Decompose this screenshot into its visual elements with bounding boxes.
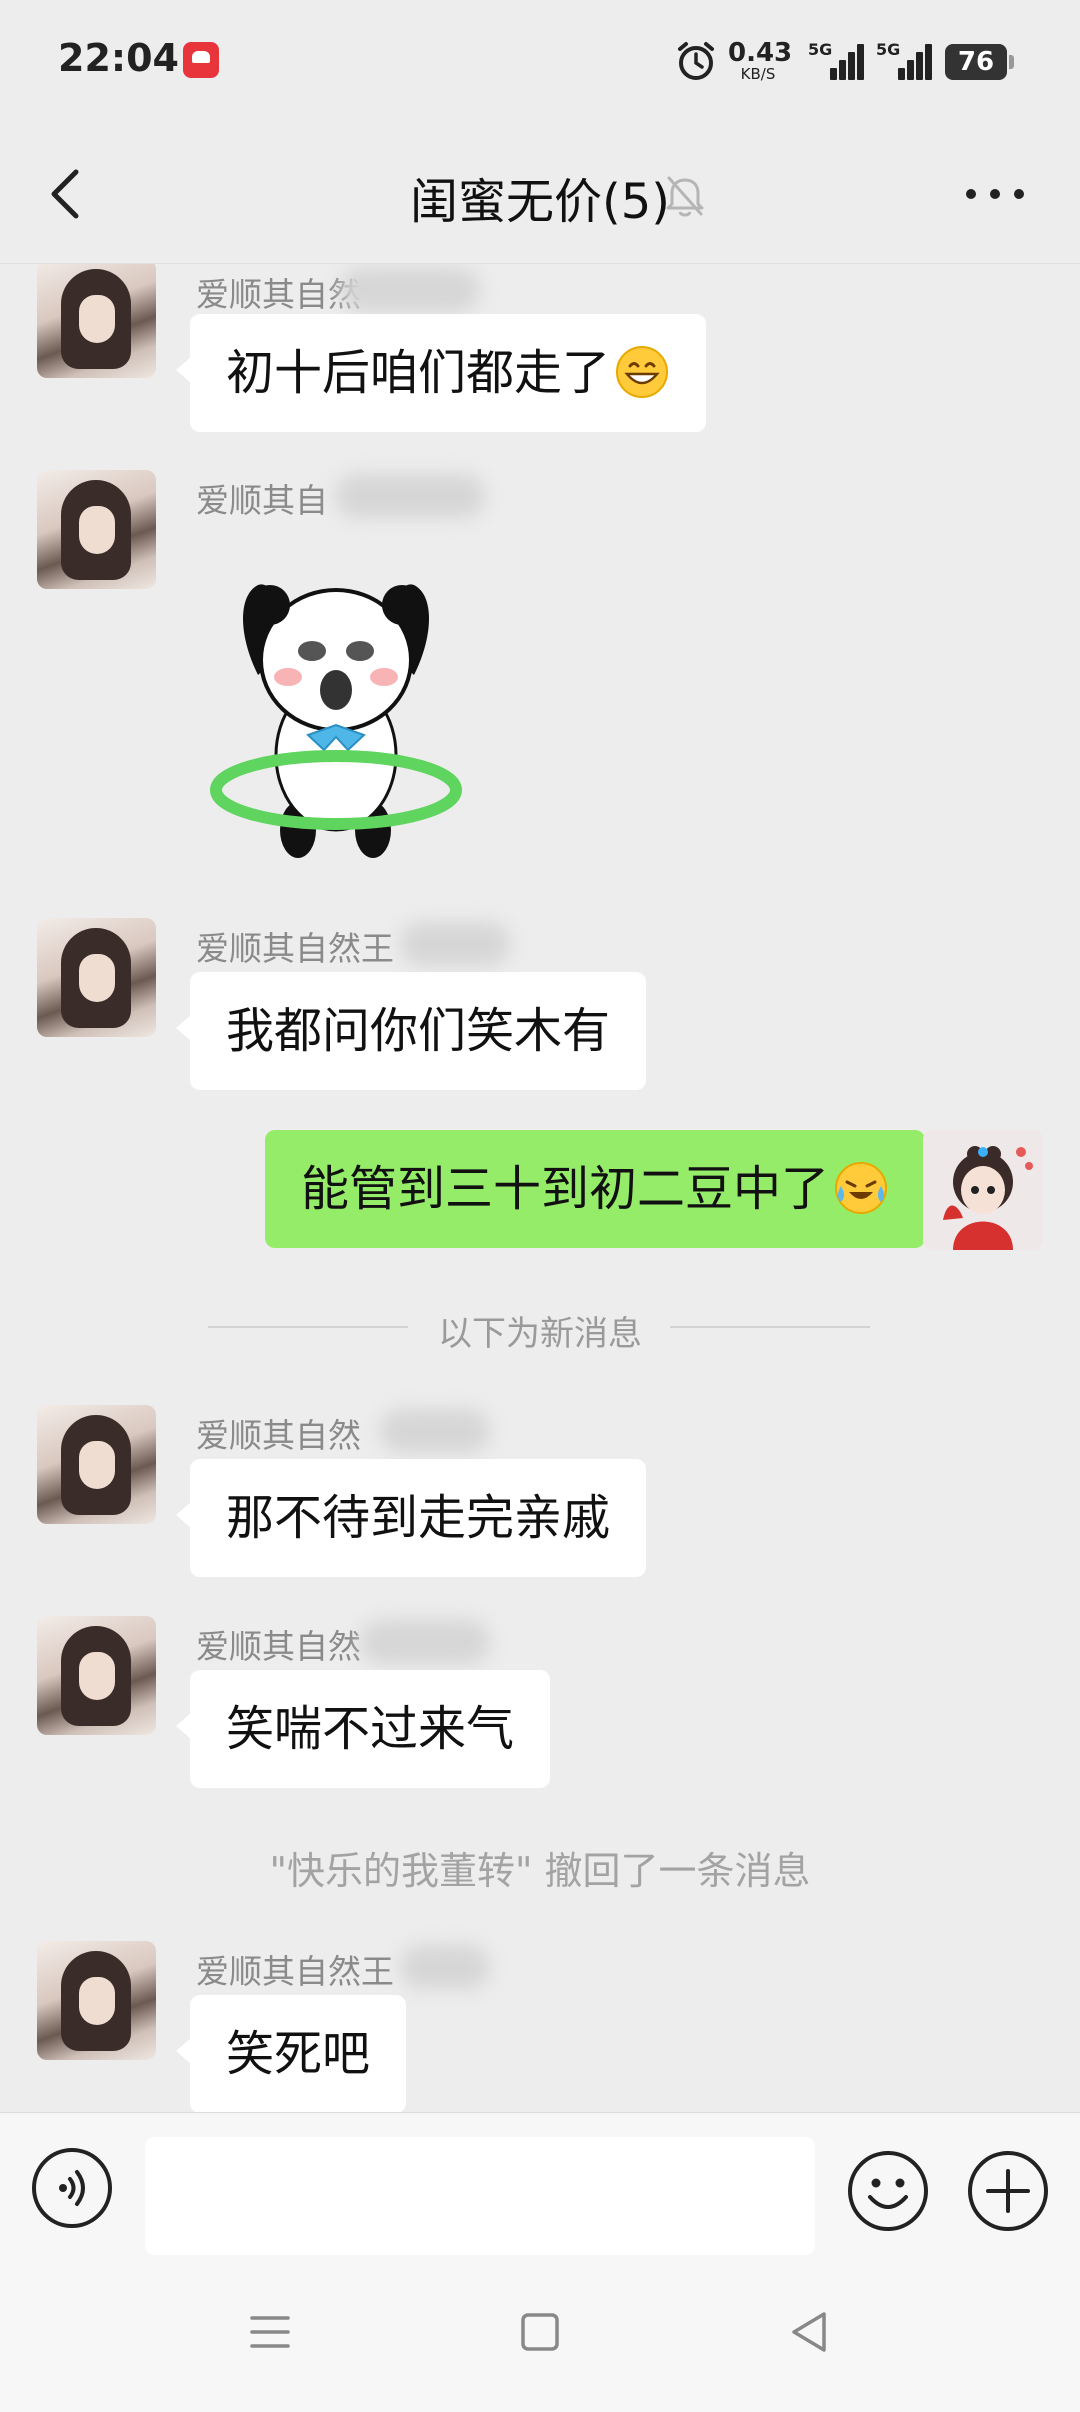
sender-name: 爱顺其自然 (196, 1627, 361, 1666)
message-bubble[interactable]: 笑喘不过来气 (175, 1670, 551, 1788)
chat-header: 闺蜜无价(5) (0, 124, 1080, 264)
mute-bell-icon (666, 176, 704, 217)
voice-icon[interactable] (30, 2146, 114, 2230)
more-options-button[interactable] (960, 174, 1030, 214)
message-bubble[interactable]: 笑死吧 (175, 1995, 407, 2112)
sender-avatar[interactable] (37, 1941, 156, 2060)
sender-name: 爱顺其自然王 (196, 1952, 394, 1991)
sender-name: 爱顺其自然 (196, 1416, 361, 1455)
menu-icon[interactable] (240, 2302, 300, 2362)
divider-line-right (670, 1326, 870, 1328)
battery-icon: 76 (945, 44, 1014, 80)
sender-avatar[interactable] (37, 470, 156, 589)
sender-name: 爱顺其自然 (196, 275, 361, 314)
sender-name: 爱顺其自 (196, 481, 328, 520)
message-bubble-self[interactable]: 能管到三十到初二豆中了 (264, 1130, 940, 1248)
emoji-icon[interactable] (846, 2149, 930, 2233)
plus-icon[interactable] (966, 2149, 1050, 2233)
message-input-bar (0, 2112, 1080, 2262)
message-bubble[interactable]: 那不待到走完亲戚 (175, 1459, 647, 1577)
network-speed-value: 0.43 (728, 38, 793, 68)
sender-avatar[interactable] (37, 918, 156, 1037)
sender-avatar[interactable] (37, 264, 156, 378)
system-navigation-bar (0, 2262, 1080, 2412)
network-speed-unit: KB/S (740, 65, 776, 83)
sender-avatar[interactable] (37, 1405, 156, 1524)
message-text: 笑死吧 (226, 2026, 371, 2082)
home-icon[interactable] (510, 2302, 570, 2362)
message-text: 笑喘不过来气 (226, 1701, 515, 1757)
status-time: 22:04 (58, 36, 179, 80)
chat-message-list[interactable]: 爱顺其自然 初十后咱们都走了 爱顺其自 爱顺其自然王 我都问你们笑木有 能管到三… (0, 264, 1080, 2112)
status-bar: 22:04 0.43 KB/S 5G 5G 76 (0, 0, 1080, 124)
panda-hula-hoop-sticker[interactable] (208, 565, 498, 865)
signal-2-label: 5G (876, 40, 901, 59)
new-messages-divider: 以下为新消息 (438, 1314, 642, 1354)
sender-avatar[interactable] (37, 1616, 156, 1735)
battery-level: 76 (957, 47, 995, 77)
message-bubble[interactable]: 初十后咱们都走了 (175, 314, 707, 432)
chat-title: 闺蜜无价(5) (410, 174, 670, 230)
recall-notice: "快乐的我董转" 撤回了一条消息 (269, 1849, 811, 1893)
message-input[interactable] (145, 2137, 815, 2255)
signal-1-label: 5G (808, 40, 833, 59)
signal-icon-1: 5G (808, 40, 864, 80)
alarm-icon (678, 42, 714, 80)
signal-icon-2: 5G (876, 40, 932, 80)
app-notification-icon (183, 42, 219, 78)
message-text: 那不待到走完亲戚 (226, 1490, 611, 1546)
crying-laughing-emoji-icon (835, 1162, 887, 1214)
sender-name: 爱顺其自然王 (196, 929, 394, 968)
message-text: 能管到三十到初二豆中了 (300, 1161, 829, 1217)
message-bubble[interactable]: 我都问你们笑木有 (175, 972, 647, 1090)
grinning-emoji-icon (616, 346, 669, 398)
message-text: 我都问你们笑木有 (226, 1003, 611, 1059)
network-speed: 0.43 KB/S (728, 38, 793, 83)
message-text: 初十后咱们都走了 (226, 345, 611, 401)
back-triangle-icon[interactable] (780, 2302, 840, 2362)
self-avatar[interactable] (923, 1130, 1043, 1250)
